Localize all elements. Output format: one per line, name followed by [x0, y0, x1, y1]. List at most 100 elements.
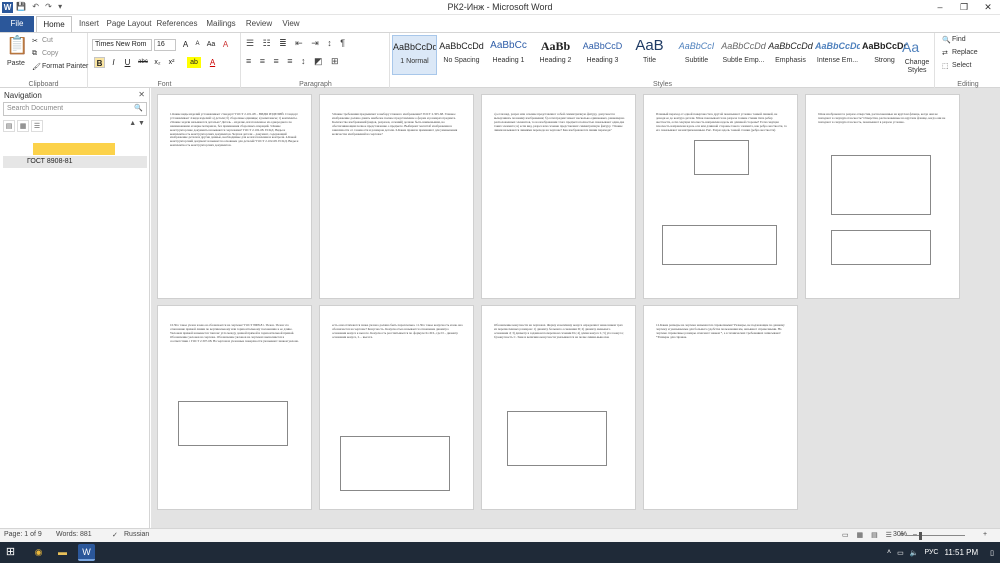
cut-icon[interactable]: ✂ — [32, 37, 38, 45]
highlight-button[interactable]: ab — [187, 57, 201, 68]
tab-file[interactable]: File — [0, 16, 34, 32]
alignment-buttons[interactable]: ≡ ≡ ≡ ≡ ↕ ◩ ⊞ — [246, 56, 342, 67]
font-color-button[interactable]: A — [207, 57, 218, 68]
font-family-select[interactable]: Times New Rom — [92, 39, 152, 51]
tab-insert[interactable]: Insert — [74, 16, 104, 32]
paste-icon[interactable]: 📋 — [6, 35, 28, 56]
tab-home[interactable]: Home — [36, 16, 72, 32]
find-icon[interactable]: 🔍 — [942, 36, 951, 44]
tab-page-layout[interactable]: Page Layout — [106, 16, 152, 32]
input-language[interactable]: РУС — [924, 549, 938, 556]
copy-icon[interactable]: ⧉ — [32, 50, 37, 58]
notification-icon[interactable]: ▯ — [990, 549, 994, 557]
page-4-figure-2 — [662, 225, 777, 265]
replace-button[interactable]: Replace — [952, 49, 978, 56]
zoom-slider[interactable] — [905, 535, 965, 536]
document-area[interactable]: 1.Какие виды изделий устанавливает станд… — [151, 88, 1000, 528]
bold-button[interactable]: B — [94, 57, 105, 68]
change-case-button[interactable]: Aa — [204, 39, 218, 50]
minimize-button[interactable]: – — [928, 0, 952, 15]
page-4[interactable]: Плавный переход от одной поверхности к д… — [643, 94, 798, 299]
status-language[interactable]: Russian — [124, 531, 149, 538]
page-9[interactable]: 12.Какие размеры на чертеже называются с… — [643, 305, 798, 510]
network-icon[interactable]: ▭ — [897, 549, 904, 557]
paste-button[interactable]: Paste — [7, 60, 25, 67]
font-size-select[interactable]: 16 — [154, 39, 176, 51]
tray-expand-icon[interactable]: ˄ — [887, 549, 891, 556]
underline-button[interactable]: U — [122, 57, 133, 68]
style-subtitle[interactable]: AaBbCcI Subtitle — [674, 35, 719, 75]
change-styles-icon[interactable]: Aa — [902, 39, 919, 55]
clock[interactable]: 11:51 PM — [944, 548, 978, 557]
navigation-close-icon[interactable]: ✕ — [138, 90, 145, 99]
superscript-button[interactable]: x² — [166, 57, 177, 68]
tab-references[interactable]: References — [156, 16, 198, 32]
change-styles-button[interactable]: Change Styles — [902, 59, 932, 75]
tab-view[interactable]: View — [278, 16, 304, 32]
style-heading-2[interactable]: AaBb Heading 2 — [533, 35, 578, 75]
tab-review[interactable]: Review — [243, 16, 275, 32]
select-button[interactable]: Select — [952, 62, 971, 69]
file-explorer-icon[interactable]: ▬ — [54, 544, 71, 561]
navigation-search-input[interactable]: Search Document 🔍 — [3, 102, 147, 116]
format-painter-icon[interactable]: 🖌 — [32, 63, 41, 71]
language-icon[interactable]: ✓ — [112, 531, 118, 539]
search-icon[interactable]: 🔍 — [134, 103, 143, 115]
page-2[interactable]: 5.Какие требования предъявляет к выбору … — [319, 94, 474, 299]
shrink-font-button[interactable]: A — [192, 39, 203, 50]
navigation-arrows[interactable]: ▲ ▼ — [129, 120, 145, 127]
copy-button[interactable]: Copy — [42, 50, 58, 57]
select-icon[interactable]: ⬚ — [942, 62, 949, 70]
status-word-count[interactable]: Words: 881 — [56, 531, 92, 538]
navigation-highlight-bar[interactable] — [33, 143, 115, 155]
page-5-figure-2 — [831, 230, 931, 265]
replace-icon[interactable]: ⇄ — [942, 49, 948, 57]
page-5[interactable]: 9.Как изображают в разрезе отверстия, ра… — [805, 94, 960, 299]
browse-headings-icon[interactable]: ▤ — [3, 120, 15, 132]
page-3[interactable]: а) если вид, разрез или сечение представ… — [481, 94, 636, 299]
status-page-count[interactable]: Page: 1 of 9 — [4, 531, 42, 538]
editing-group: 🔍 Find ⇄ Replace ⬚ Select Editing — [936, 33, 1000, 89]
style-no-spacing[interactable]: AaBbCcDd No Spacing — [439, 35, 484, 75]
zoom-slider-handle[interactable] — [919, 532, 922, 540]
page-8[interactable]: Обозначение конусности на чертежах. Форм… — [481, 305, 636, 510]
start-button[interactable]: ⊞ — [3, 545, 18, 560]
style-strong[interactable]: AaBbCcDd Strong — [862, 35, 907, 75]
list-buttons[interactable]: ☰ ☷ ≣ ⇤ ⇥ ↕ ¶ — [246, 38, 348, 49]
style-intense-emphasis[interactable]: AaBbCcDd Intense Em... — [815, 35, 860, 75]
page-7-taper-figure — [340, 436, 450, 491]
subscript-button[interactable]: x₂ — [152, 57, 163, 68]
status-bar: Page: 1 of 9 Words: 881 ✓ Russian ▭ ▦ ▤ … — [0, 528, 1000, 542]
word-taskbar-icon[interactable]: W — [78, 544, 95, 561]
page-9-text: 12.Какие размеры на чертеже называются с… — [656, 323, 785, 339]
style-normal[interactable]: AaBbCcDd 1 Normal — [392, 35, 437, 75]
chrome-icon[interactable]: ◉ — [30, 544, 47, 561]
clear-formatting-button[interactable]: A — [220, 39, 231, 50]
strikethrough-button[interactable]: abc — [136, 57, 150, 68]
browse-results-icon[interactable]: ☰ — [31, 120, 43, 132]
restore-button[interactable]: ❐ — [952, 0, 976, 15]
page-6[interactable]: 10.Что такое уклон и как он обозначается… — [157, 305, 312, 510]
paragraph-group: ☰ ☷ ≣ ⇤ ⇥ ↕ ¶ ≡ ≡ ≡ ≡ ↕ ◩ ⊞ Paragraph — [242, 33, 390, 89]
style-subtle-emphasis[interactable]: AaBbCcDd Subtle Emp... — [721, 35, 766, 75]
cut-button[interactable]: Cut — [42, 37, 53, 44]
page-1[interactable]: 1.Какие виды изделий устанавливает станд… — [157, 94, 312, 299]
page-7[interactable]: есть они отличаются знака уклона должна … — [319, 305, 474, 510]
italic-button[interactable]: I — [108, 57, 119, 68]
style-heading-3[interactable]: AaBbCcD Heading 3 — [580, 35, 625, 75]
close-button[interactable]: ✕ — [976, 0, 1000, 15]
grow-font-button[interactable]: A — [180, 39, 191, 50]
format-painter-button[interactable]: Format Painter — [42, 63, 88, 70]
style-title[interactable]: AaB Title — [627, 35, 672, 75]
volume-icon[interactable]: 🔈 — [910, 549, 919, 557]
browse-pages-icon[interactable]: ▦ — [17, 120, 29, 132]
find-button[interactable]: Find — [952, 36, 966, 43]
style-heading-1[interactable]: AaBbCc Heading 1 — [486, 35, 531, 75]
navigation-result-item[interactable]: ГОСТ 8908-81 — [3, 156, 147, 168]
tab-mailings[interactable]: Mailings — [203, 16, 239, 32]
zoom-in-button[interactable]: + — [983, 531, 987, 538]
styles-group-label: Styles — [652, 81, 673, 88]
window-controls: – ❐ ✕ — [928, 0, 1000, 15]
style-emphasis[interactable]: AaBbCcDd Emphasis — [768, 35, 813, 75]
page-3-text: а) если вид, разрез или сечение представ… — [494, 112, 625, 132]
